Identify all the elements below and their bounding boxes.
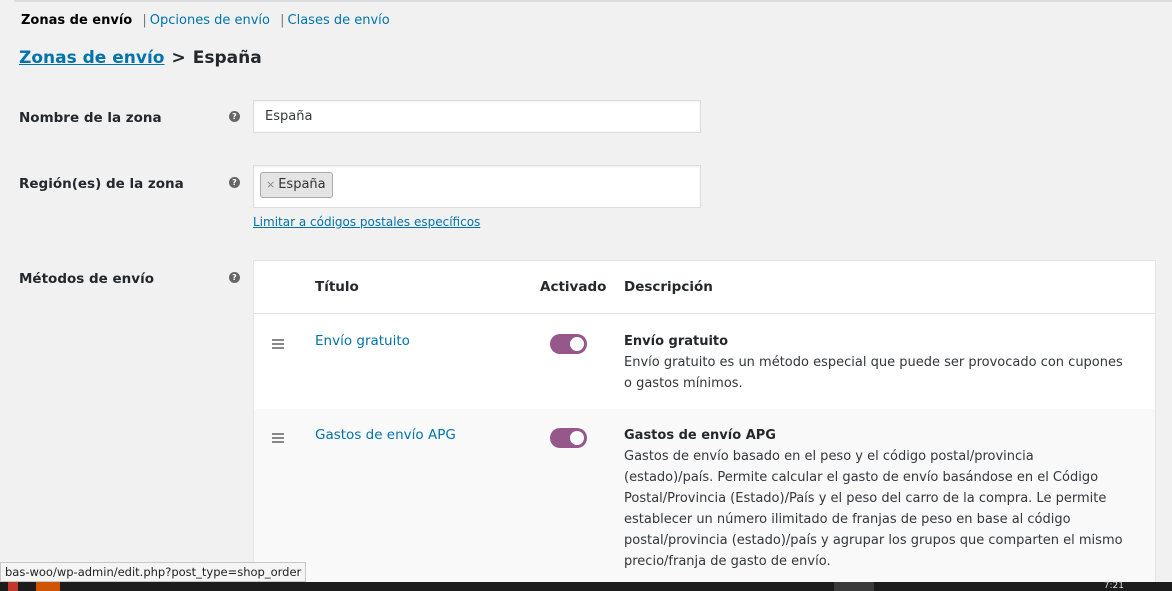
column-header-enabled: Activado: [540, 279, 607, 295]
taskbar-app-icon[interactable]: [8, 582, 18, 591]
breadcrumb-separator: >: [171, 48, 186, 68]
method-description: Envío gratuito Envío gratuito es un méto…: [624, 331, 1124, 394]
method-title-link[interactable]: Gastos de envío APG: [315, 427, 456, 443]
method-description-title: Envío gratuito: [624, 334, 729, 349]
top-divider: [14, 0, 1172, 2]
zone-regions-label: Región(es) de la zona: [19, 176, 184, 192]
drag-handle-icon[interactable]: [272, 433, 284, 445]
breadcrumb-current-zone: España: [192, 48, 262, 68]
breadcrumb-zones-link[interactable]: Zonas de envío: [19, 48, 164, 68]
method-enabled-toggle[interactable]: [550, 334, 587, 354]
zone-name-label: Nombre de la zona: [19, 110, 162, 126]
column-header-description: Descripción: [624, 279, 713, 295]
method-description: Gastos de envío APG Gastos de envío basa…: [624, 425, 1124, 572]
subnav-separator: |: [142, 13, 147, 28]
subnav-link-shipping-options[interactable]: Opciones de envío: [150, 13, 270, 28]
taskbar-active-app[interactable]: [834, 582, 874, 591]
breadcrumb: Zonas de envío > España: [19, 48, 262, 68]
method-title-link[interactable]: Envío gratuito: [315, 333, 410, 349]
subnav-current-zones: Zonas de envío: [21, 13, 133, 28]
subnav-separator: |: [280, 13, 285, 28]
zone-regions-select[interactable]: × España: [253, 165, 701, 208]
taskbar-app-icon[interactable]: [36, 582, 60, 591]
toggle-knob: [570, 431, 584, 445]
zone-name-input[interactable]: España: [253, 100, 701, 133]
table-row: Gastos de envío APG Gastos de envío APG …: [254, 409, 1155, 590]
help-icon[interactable]: ?: [229, 111, 240, 122]
taskbar: 7:21: [0, 582, 1172, 591]
shipping-subnav: Zonas de envío | Opciones de envío | Clase…: [21, 13, 390, 28]
browser-status-url: bas-woo/wp-admin/edit.php?post_type=shop…: [0, 562, 307, 582]
toggle-knob: [570, 337, 584, 351]
method-description-title: Gastos de envío APG: [624, 428, 776, 443]
table-row: Envío gratuito Envío gratuito Envío grat…: [254, 315, 1155, 409]
method-description-text: Gastos de envío basado en el peso y el c…: [624, 449, 1123, 569]
help-icon[interactable]: ?: [229, 177, 240, 188]
method-enabled-toggle[interactable]: [550, 428, 587, 448]
shipping-methods-label: Métodos de envío: [19, 271, 154, 287]
column-header-title: Título: [315, 279, 359, 295]
region-chip-label: España: [278, 177, 326, 192]
table-header: Título Activado Descripción: [254, 261, 1155, 314]
help-icon[interactable]: ?: [229, 272, 240, 283]
region-chip: × España: [260, 172, 333, 198]
method-description-text: Envío gratuito es un método especial que…: [624, 355, 1123, 391]
remove-region-icon[interactable]: ×: [266, 178, 275, 191]
drag-handle-icon[interactable]: [272, 339, 284, 351]
shipping-methods-table: Título Activado Descripción Envío gratui…: [253, 260, 1156, 591]
limit-postcodes-link[interactable]: Limitar a códigos postales específicos: [253, 215, 480, 229]
subnav-link-shipping-classes[interactable]: Clases de envío: [288, 13, 390, 28]
taskbar-clock: 7:21: [1103, 581, 1124, 591]
